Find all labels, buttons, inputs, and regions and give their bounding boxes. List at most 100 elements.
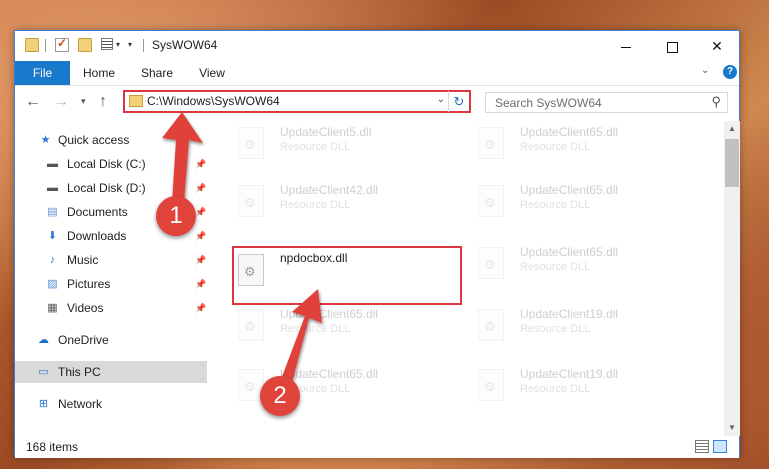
sidebar-item-label: Pictures (67, 277, 111, 291)
ribbon-tabs: File Home Share View ⌄ ? (15, 61, 739, 86)
navigation-bar: ← → ▾ ↑ C:\Windows\SysWOW64 ⌄ ↻ ⚲ (15, 86, 739, 120)
file-item[interactable]: UpdateClient5.dll Resource DLL (232, 121, 462, 173)
customize-dropdown-icon[interactable]: ▾ (116, 40, 120, 49)
file-type: Resource DLL (520, 261, 591, 273)
title-separator (143, 39, 144, 52)
new-folder-icon[interactable] (78, 38, 92, 52)
pin-icon[interactable]: 📌 (195, 153, 206, 175)
sidebar-item-videos[interactable]: ▦ Videos 📌 (15, 297, 207, 319)
refresh-button[interactable]: ↻ (448, 91, 469, 112)
maximize-button[interactable] (649, 31, 695, 61)
pin-icon[interactable]: 📌 (195, 297, 206, 319)
downloads-icon: ⬇ (47, 230, 58, 242)
sidebar-item-pictures[interactable]: ▨ Pictures 📌 (15, 273, 207, 295)
file-name: UpdateClient19.dll (520, 307, 619, 321)
sidebar-item-label: Local Disk (C:) (67, 157, 146, 171)
pin-icon[interactable]: 📌 (195, 225, 206, 247)
vertical-scrollbar[interactable]: ▲ ▼ (724, 121, 740, 436)
close-icon: ✕ (711, 38, 723, 54)
pin-icon[interactable]: 📌 (195, 201, 206, 223)
search-box[interactable]: ⚲ (485, 92, 728, 113)
dll-file-icon (478, 309, 504, 341)
file-item[interactable]: UpdateClient42.dll Resource DLL (232, 179, 462, 231)
sidebar-item-label: Videos (67, 301, 104, 315)
up-button[interactable]: ↑ (99, 93, 107, 111)
minimize-icon (621, 46, 631, 48)
address-path[interactable]: C:\Windows\SysWOW64 (147, 94, 280, 108)
search-icon[interactable]: ⚲ (711, 94, 721, 110)
properties-icon[interactable] (101, 38, 113, 50)
sidebar-item-this-pc[interactable]: ▭ This PC (15, 361, 207, 383)
documents-icon: ▤ (47, 206, 58, 218)
dll-file-icon (238, 309, 264, 341)
file-item[interactable]: UpdateClient65.dll Resource DLL (472, 121, 702, 173)
network-icon: ⊞ (38, 398, 49, 410)
sidebar-item-label: This PC (58, 365, 101, 379)
title-bar: ▾ ▾ SysWOW64 ✕ (15, 31, 739, 61)
pin-icon[interactable]: 📌 (195, 273, 206, 295)
sidebar-item-network[interactable]: ⊞ Network (15, 393, 207, 415)
file-name: UpdateClient5.dll (280, 125, 372, 139)
sidebar-item-label: Quick access (58, 133, 130, 147)
file-type: Resource DLL (280, 141, 351, 153)
details-view-icon[interactable] (695, 440, 709, 453)
scroll-down-icon[interactable]: ▼ (724, 420, 740, 436)
file-item[interactable]: UpdateClient19.dll Resource DLL (472, 303, 702, 355)
sidebar-item-local-disk-c[interactable]: ▬ Local Disk (C:) 📌 (15, 153, 207, 175)
sidebar-item-quick-access[interactable]: ★ Quick access (15, 129, 207, 151)
minimize-button[interactable] (603, 31, 649, 61)
file-item[interactable]: UpdateClient65.dll Resource DLL (232, 303, 462, 355)
dll-file-icon (238, 185, 264, 217)
music-icon: ♪ (49, 254, 56, 266)
pin-icon[interactable]: 📌 (195, 249, 206, 271)
back-button[interactable]: ← (25, 93, 41, 111)
sidebar-item-label: OneDrive (58, 333, 109, 347)
tab-home[interactable]: Home (74, 61, 124, 85)
file-item-npdocbox[interactable]: npdocbox.dll (232, 246, 462, 305)
scroll-up-icon[interactable]: ▲ (724, 121, 740, 137)
folder-icon (129, 95, 143, 107)
folder-icon[interactable] (25, 38, 39, 52)
sidebar-item-music[interactable]: ♪ Music 📌 (15, 249, 207, 271)
dll-file-icon (478, 185, 504, 217)
forward-button[interactable]: → (53, 93, 69, 111)
help-icon[interactable]: ? (723, 65, 737, 79)
address-dropdown-icon[interactable]: ⌄ (437, 94, 445, 105)
sidebar-item-onedrive[interactable]: ☁ OneDrive (15, 329, 207, 351)
sidebar-item-label: Network (58, 397, 103, 411)
pin-icon[interactable]: 📌 (195, 177, 206, 199)
properties-check-icon[interactable] (55, 36, 69, 52)
tab-view[interactable]: View (189, 61, 235, 85)
customize-toolbar-icon[interactable]: ▾ (128, 40, 132, 49)
file-name: UpdateClient65.dll (280, 307, 379, 321)
file-name: UpdateClient65.dll (520, 125, 619, 139)
large-icons-view-icon[interactable] (713, 440, 727, 453)
tab-share[interactable]: Share (132, 61, 182, 85)
navigation-pane: ★ Quick access ▬ Local Disk (C:) 📌 ▬ Loc… (15, 121, 210, 436)
file-type: Resource DLL (520, 141, 591, 153)
search-input[interactable] (493, 95, 697, 111)
file-name: npdocbox.dll (280, 251, 348, 265)
file-type: Resource DLL (520, 199, 591, 211)
file-explorer-window: ▾ ▾ SysWOW64 ✕ File Home Share View ⌄ ? … (14, 30, 740, 458)
tab-file[interactable]: File (15, 61, 70, 85)
this-pc-icon: ▭ (38, 366, 49, 378)
file-item[interactable]: UpdateClient19.dll Resource DLL (472, 363, 702, 415)
file-item[interactable]: UpdateClient65.dll Resource DLL (472, 241, 702, 293)
recent-locations-button[interactable]: ▾ (81, 96, 86, 107)
address-bar[interactable]: C:\Windows\SysWOW64 ⌄ ↻ (123, 90, 471, 113)
file-name: UpdateClient65.dll (280, 367, 379, 381)
scroll-thumb[interactable] (725, 139, 739, 187)
file-type: Resource DLL (520, 323, 591, 335)
file-name: UpdateClient19.dll (520, 367, 619, 381)
sidebar-item-label: Local Disk (D:) (67, 181, 146, 195)
drive-icon: ▬ (47, 158, 58, 170)
dll-file-icon (478, 369, 504, 401)
file-type: Resource DLL (280, 323, 351, 335)
onedrive-icon: ☁ (38, 334, 49, 346)
file-item[interactable]: UpdateClient65.dll Resource DLL (472, 179, 702, 231)
expand-ribbon-icon[interactable]: ⌄ (701, 65, 709, 76)
close-button[interactable]: ✕ (694, 31, 740, 61)
videos-icon: ▦ (47, 302, 58, 314)
item-count: 168 items (26, 440, 79, 454)
